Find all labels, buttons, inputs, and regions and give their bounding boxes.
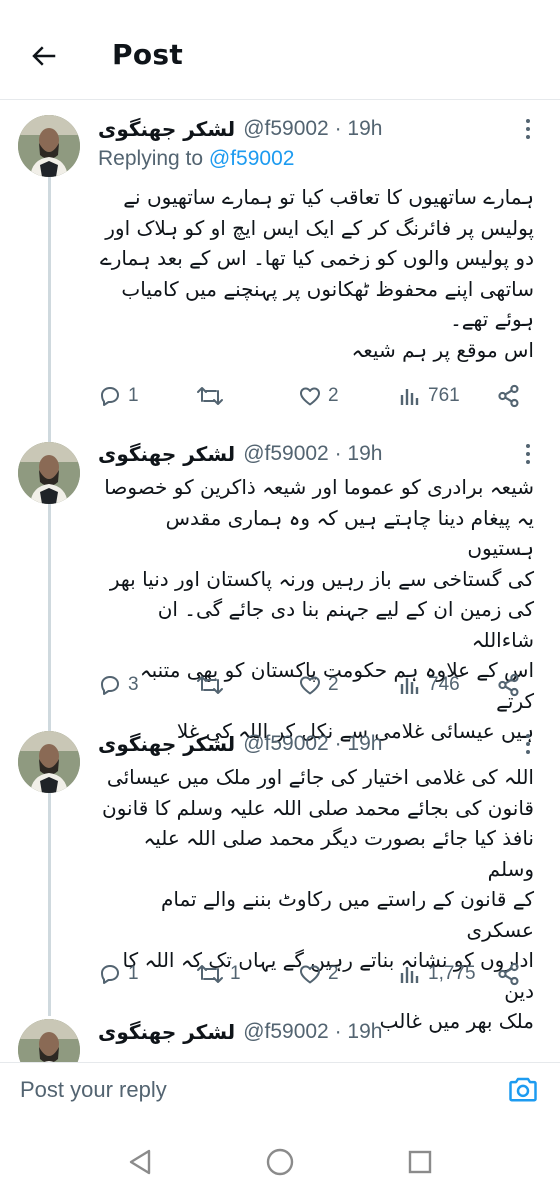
- tweet-text: ہمارے ساتھیوں کا تعاقب کیا تو ہمارے ساتھ…: [99, 185, 534, 362]
- camera-icon: [509, 1077, 537, 1102]
- share-button[interactable]: [496, 379, 522, 413]
- share-icon: [498, 962, 519, 986]
- tweet-text: شیعہ برادری کو عموما اور شیعہ ذاکرین کو …: [104, 475, 534, 743]
- retweet-icon: [197, 965, 223, 983]
- views-bar-icon: [400, 389, 419, 405]
- avatar[interactable]: [18, 731, 80, 793]
- tweet-actions: 3 2 746: [0, 668, 560, 702]
- reply-count: 1: [128, 963, 139, 984]
- nav-back-button[interactable]: [122, 1144, 158, 1180]
- avatar-image: [18, 1019, 80, 1062]
- page-title: Post: [112, 38, 184, 71]
- reply-button[interactable]: 3: [98, 668, 139, 702]
- circle-home-icon: [266, 1148, 294, 1176]
- views-bar-icon: [400, 967, 419, 983]
- like-button[interactable]: 2: [298, 379, 339, 413]
- more-vertical-icon: [526, 119, 530, 139]
- author-name[interactable]: لشکر جھنگوی: [98, 117, 235, 141]
- back-button[interactable]: [26, 38, 62, 74]
- avatar-image: [18, 731, 80, 793]
- author-handle-time: @f59002 · 19h: [243, 732, 383, 755]
- more-options-button[interactable]: [516, 117, 540, 141]
- like-button[interactable]: 2: [298, 668, 339, 702]
- reply-composer: [0, 1062, 560, 1116]
- reply-input[interactable]: [20, 1073, 480, 1107]
- system-nav-bar: [0, 1124, 560, 1200]
- reply-button[interactable]: 1: [98, 957, 139, 991]
- views-count: 761: [428, 385, 460, 406]
- camera-button[interactable]: [506, 1072, 540, 1106]
- author-handle-time: @f59002 · 19h: [243, 1020, 383, 1043]
- reply-count: 1: [128, 385, 139, 406]
- share-button[interactable]: [496, 957, 522, 991]
- retweet-button[interactable]: [196, 668, 230, 702]
- avatar[interactable]: [18, 1019, 80, 1062]
- heart-icon: [300, 676, 320, 695]
- like-button[interactable]: 2: [298, 957, 339, 991]
- share-icon: [498, 384, 519, 408]
- author-line: لشکر جھنگوی @f59002 · 19h: [98, 439, 382, 469]
- avatar-image: [18, 115, 80, 177]
- heart-icon: [300, 387, 320, 406]
- reply-button[interactable]: 1: [98, 379, 139, 413]
- like-count: 2: [328, 963, 339, 984]
- heart-icon: [300, 965, 320, 984]
- author-name[interactable]: لشکر جھنگوی: [98, 732, 235, 756]
- replying-prefix: Replying to: [98, 147, 204, 170]
- share-button[interactable]: [496, 668, 522, 702]
- like-count: 2: [328, 674, 339, 695]
- reply-bubble-icon: [101, 676, 119, 695]
- nav-recents-button[interactable]: [402, 1144, 438, 1180]
- more-options-button[interactable]: [516, 442, 540, 466]
- views-button[interactable]: 1,775: [398, 957, 476, 991]
- author-handle-time: @f59002 · 19h: [243, 442, 383, 465]
- retweet-button[interactable]: 1: [196, 957, 241, 991]
- avatar-image: [18, 442, 80, 504]
- triangle-back-icon: [129, 1149, 151, 1175]
- thread-tweet[interactable]: لشکر جھنگوی @f59002 · 19h Replying to @f…: [0, 110, 560, 422]
- retweet-button[interactable]: [196, 379, 230, 413]
- more-vertical-icon: [526, 444, 530, 464]
- reply-count: 3: [128, 674, 139, 695]
- share-icon: [498, 673, 519, 697]
- retweet-icon: [197, 676, 223, 694]
- reply-bubble-icon: [101, 965, 119, 984]
- author-name[interactable]: لشکر جھنگوی: [98, 1020, 235, 1044]
- views-count: 746: [428, 674, 460, 695]
- arrow-left-icon: [32, 46, 56, 66]
- retweet-count: 1: [230, 963, 241, 984]
- author-handle-time: @f59002 · 19h: [243, 117, 383, 140]
- top-bar: Post: [0, 0, 560, 100]
- more-options-button[interactable]: [516, 732, 540, 756]
- views-count: 1,775: [428, 963, 476, 984]
- views-bar-icon: [400, 678, 419, 694]
- views-button[interactable]: 746: [398, 668, 460, 702]
- retweet-icon: [197, 387, 223, 405]
- author-line: لشکر جھنگوی @f59002 · 19h: [98, 114, 382, 144]
- views-button[interactable]: 761: [398, 379, 460, 413]
- avatar[interactable]: [18, 442, 80, 504]
- nav-home-button[interactable]: [262, 1144, 298, 1180]
- thread-tweet[interactable]: لشکر جھنگوی @f59002 · 19h: [0, 1016, 560, 1062]
- avatar[interactable]: [18, 115, 80, 177]
- author-name[interactable]: لشکر جھنگوی: [98, 442, 235, 466]
- author-line: لشکر جھنگوی @f59002 · 19h: [98, 729, 382, 759]
- square-recents-icon: [408, 1150, 432, 1174]
- thread-tweet[interactable]: لشکر جھنگوی @f59002 · 19h اللہ کی غلامی …: [0, 728, 560, 1033]
- more-vertical-icon: [526, 734, 530, 754]
- tweet-actions: 1 2 761: [0, 379, 560, 413]
- replying-to-mention[interactable]: @f59002: [209, 147, 295, 170]
- replying-to-line: Replying to @f59002: [98, 147, 294, 171]
- tweet-text: اللہ کی غلامی اختیار کی جائے اور ملک میں…: [102, 765, 534, 1033]
- like-count: 2: [328, 385, 339, 406]
- thread-tweet[interactable]: لشکر جھنگوی @f59002 · 19h شیعہ برادری کو…: [0, 438, 560, 743]
- author-line: لشکر جھنگوی @f59002 · 19h: [98, 1017, 382, 1047]
- reply-bubble-icon: [101, 387, 119, 406]
- tweet-actions: 1 1 2 1,775: [0, 957, 560, 991]
